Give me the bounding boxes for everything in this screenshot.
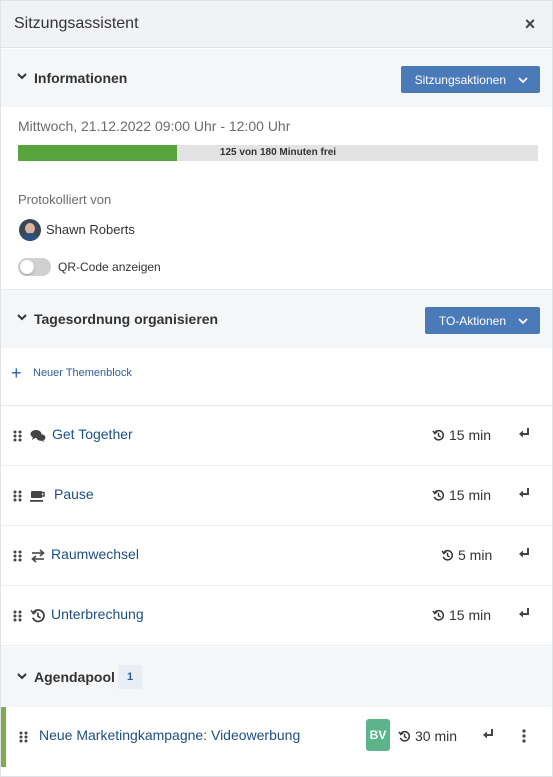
time-progress-bar: 125 von 180 Minuten frei [18,145,538,161]
toggle-knob [20,260,34,274]
pool-section-header[interactable]: Agendapool [1,647,552,707]
chevron-down-icon [518,76,528,83]
session-actions-label: Sitzungsaktionen [414,72,506,87]
history-icon [432,489,445,501]
session-actions-button[interactable]: Sitzungsaktionen [400,66,540,93]
history-icon [441,549,454,561]
duration-text: 15 min [449,427,492,443]
agenda-item-row[interactable]: Pause 15 min [1,466,552,526]
info-section-header[interactable]: Informationen Sitzungsaktionen [1,49,552,107]
insert-arrow-icon[interactable] [517,486,531,500]
agenda-section-header[interactable]: Tagesordnung organisieren TO-Aktionen [1,290,552,348]
drag-handle-icon[interactable] [13,610,23,622]
agenda-item-duration: 5 min [441,546,492,564]
more-options-icon[interactable] [520,728,528,744]
duration-text: 15 min [449,487,492,503]
pool-section-title: Agendapool [34,669,115,685]
agenda-item-duration: 15 min [432,426,491,444]
agenda-item-row[interactable]: Raumwechsel 5 min [1,526,552,586]
agenda-item-title[interactable]: Get Together [52,426,133,442]
agenda-item-title[interactable]: Unterbrechung [51,606,144,622]
new-topic-block-button[interactable]: + Neuer Themenblock [11,363,132,383]
duration-text: 15 min [449,607,492,623]
avatar-body [22,233,38,241]
time-progress-text: 125 von 180 Minuten frei [219,147,337,158]
panel-header: Sitzungsassistent × [1,1,552,48]
drag-handle-icon[interactable] [13,490,23,502]
protocolled-by-label: Protokolliert von [18,192,112,207]
qr-code-toggle-label: QR-Code anzeigen [58,260,161,274]
plus-icon: + [11,363,22,383]
agenda-item-row[interactable]: Unterbrechung 15 min [1,586,552,646]
info-section-title: Informationen [34,70,128,86]
drag-handle-icon[interactable] [19,731,29,743]
new-topic-block-label: Neuer Themenblock [33,367,132,379]
duration-text: 5 min [458,547,493,563]
insert-arrow-icon[interactable] [517,426,531,440]
drag-handle-icon[interactable] [13,430,23,442]
avatar [19,219,41,241]
drag-handle-icon[interactable] [13,550,23,562]
meeting-date-time: Mittwoch, 21.12.2022 09:00 Uhr - 12:00 U… [18,118,291,134]
chevron-down-icon[interactable] [16,670,28,682]
insert-arrow-icon[interactable] [481,727,495,741]
protocol-person-name: Shawn Roberts [46,222,135,237]
pool-count-badge: 1 [118,665,142,689]
chevron-down-icon[interactable] [16,70,28,82]
agenda-actions-button[interactable]: TO-Aktionen [424,307,540,334]
insert-arrow-icon[interactable] [517,546,531,560]
history-icon [432,429,445,441]
agenda-item-title[interactable]: Raumwechsel [51,546,139,562]
agenda-item-row[interactable]: Get Together 15 min [1,406,552,466]
history-icon [398,730,411,742]
agenda-item-duration: 15 min [432,486,491,504]
pool-item-row[interactable]: Neue Marketingkampagne: Videowerbung 30 … [1,707,552,767]
history-icon [432,609,445,621]
panel-title: Sitzungsassistent [14,15,139,32]
pool-item-title[interactable]: Neue Marketingkampagne: Videowerbung [39,727,300,743]
insert-arrow-icon[interactable] [517,606,531,620]
meeting-assistant-panel: Sitzungsassistent × Informationen Sitzun… [0,0,553,777]
chevron-down-icon[interactable] [16,311,28,323]
agenda-actions-label: TO-Aktionen [438,313,506,328]
duration-text: 30 min [415,728,458,744]
qr-code-toggle[interactable] [18,258,51,276]
agenda-item-title[interactable]: Pause [54,486,94,502]
agenda-item-duration: 15 min [432,606,491,624]
pool-item-duration: 30 min [398,727,457,745]
chevron-down-icon [518,317,528,324]
pool-item-indicator [1,707,6,767]
agenda-section-title: Tagesordnung organisieren [34,311,219,327]
coffee-cup-icon [30,491,45,502]
close-button[interactable]: × [521,14,539,34]
swap-arrows-icon [31,549,45,563]
chat-bubbles-icon [30,430,46,442]
history-icon [30,609,45,623]
presenter-initials-badge: BV [366,719,390,751]
